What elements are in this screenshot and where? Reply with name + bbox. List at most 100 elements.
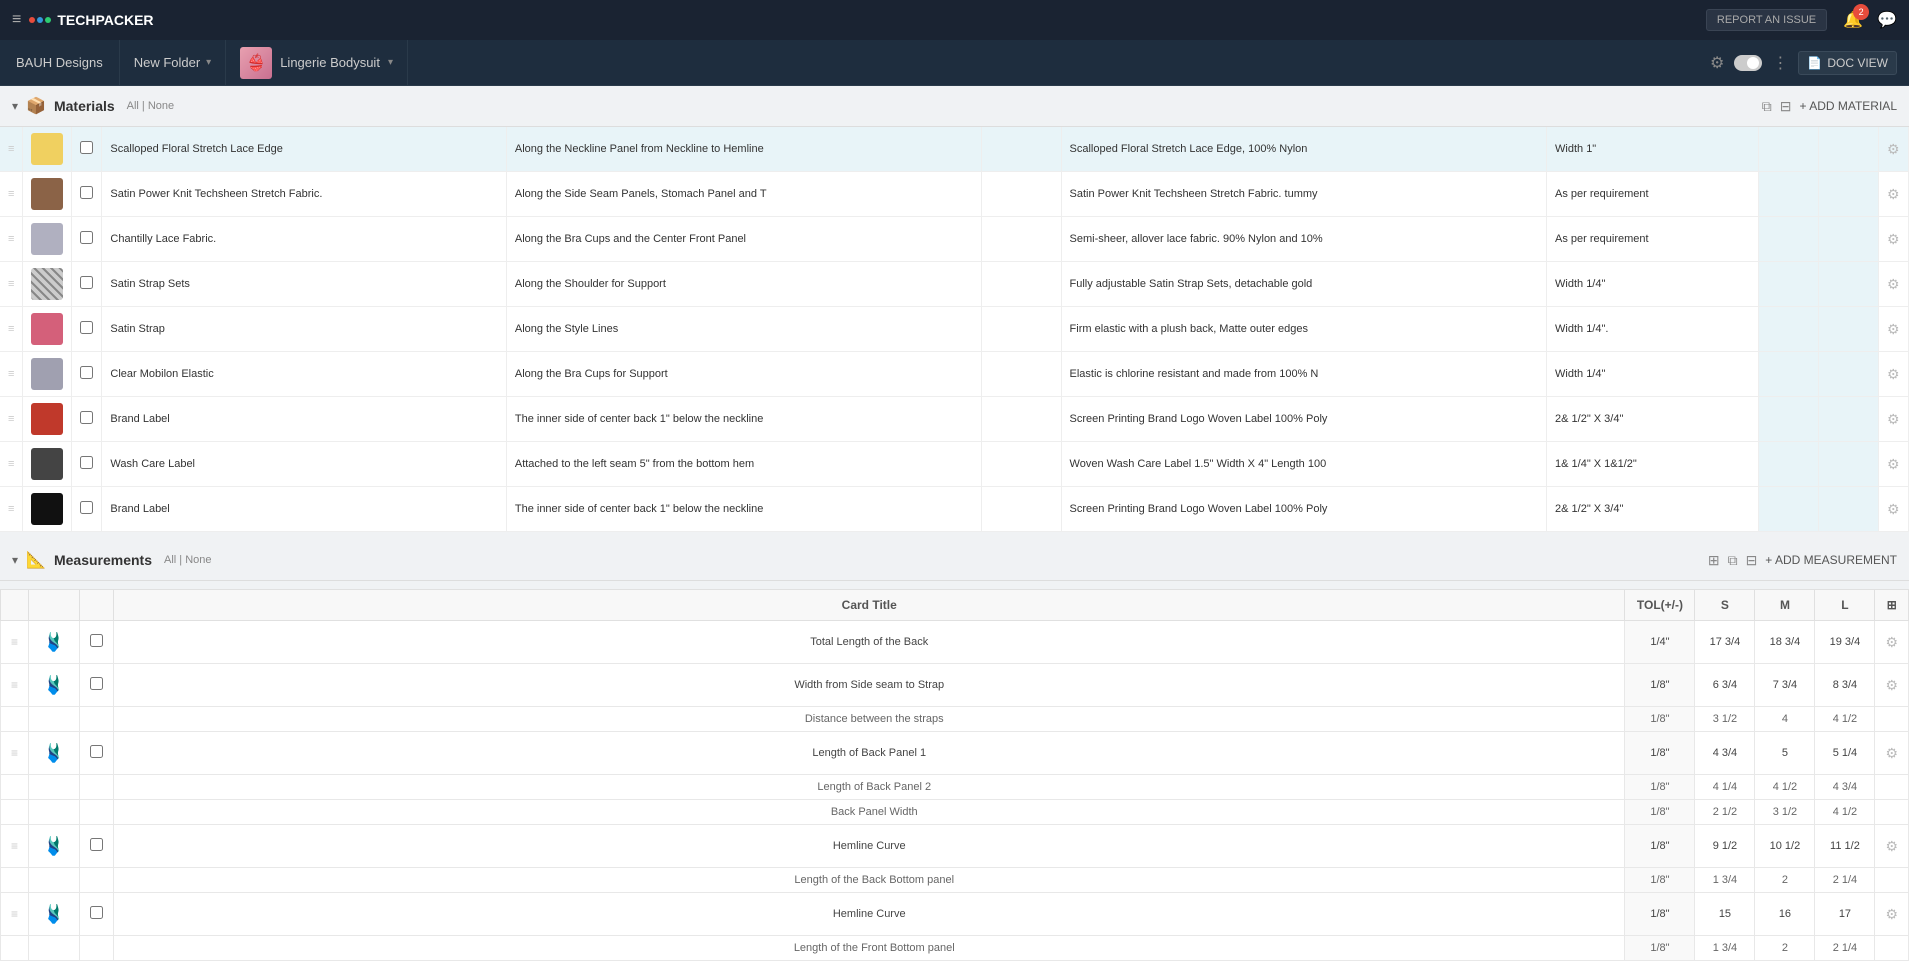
meas-l-cell: 8 3/4 xyxy=(1815,664,1875,707)
meas-settings-icon[interactable]: ⚙ xyxy=(1885,906,1898,922)
materials-all-label[interactable]: All | None xyxy=(127,100,175,112)
sub-checkbox-cell xyxy=(80,868,114,893)
material-thumbnail xyxy=(31,403,63,435)
add-measurement-button[interactable]: + ADD MEASUREMENT xyxy=(1765,553,1897,567)
description-cell: Semi-sheer, allover lace fabric. 90% Nyl… xyxy=(1061,217,1546,262)
drag-handle-icon[interactable]: ≡ xyxy=(8,233,14,245)
meas-checkbox[interactable] xyxy=(90,634,103,647)
material-settings-icon[interactable]: ⚙ xyxy=(1887,411,1900,427)
product-tab-label: Lingerie Bodysuit xyxy=(280,55,380,70)
measurements-filter-icon[interactable]: ⊟ xyxy=(1746,552,1758,569)
materials-section-header[interactable]: ▾ 📦 Materials All | None ⧉ ⊟ + ADD MATER… xyxy=(0,86,1909,127)
material-checkbox[interactable] xyxy=(80,366,93,379)
column-settings-icon[interactable]: ⊞ xyxy=(1887,598,1897,612)
material-settings-icon[interactable]: ⚙ xyxy=(1887,276,1900,292)
drag-handle-cell: ≡ xyxy=(0,172,23,217)
report-issue-button[interactable]: REPORT AN ISSUE xyxy=(1706,9,1827,31)
meas-settings-icon[interactable]: ⚙ xyxy=(1885,677,1898,693)
measurements-table: Card Title TOL(+/-) S M L ⊞ ≡ 🩱 Total Le… xyxy=(0,589,1909,961)
toggle-switch[interactable] xyxy=(1734,55,1762,71)
material-settings-icon[interactable]: ⚙ xyxy=(1887,186,1900,202)
width-cell: As per requirement xyxy=(1547,217,1759,262)
measurements-all-label[interactable]: All | None xyxy=(164,554,212,566)
brand-tab[interactable]: BAUH Designs xyxy=(0,40,120,85)
drag-handle-icon[interactable]: ≡ xyxy=(8,278,14,290)
sub-drag-cell xyxy=(1,775,29,800)
description-text: Firm elastic with a plush back, Matte ou… xyxy=(1070,323,1308,335)
material-checkbox[interactable] xyxy=(80,231,93,244)
drag-handle-cell: ≡ xyxy=(0,217,23,262)
drag-handle-icon[interactable]: ≡ xyxy=(8,503,14,515)
material-checkbox[interactable] xyxy=(80,321,93,334)
placement-text: The inner side of center back 1" below t… xyxy=(515,503,764,515)
material-checkbox[interactable] xyxy=(80,411,93,424)
material-name: Satin Strap Sets xyxy=(110,278,190,290)
meas-checkbox[interactable] xyxy=(90,906,103,919)
drag-handle-cell: ≡ xyxy=(0,307,23,352)
material-settings-icon[interactable]: ⚙ xyxy=(1887,366,1900,382)
material-settings-icon[interactable]: ⚙ xyxy=(1887,501,1900,517)
doc-view-button[interactable]: 📄 DOC VIEW xyxy=(1798,51,1897,75)
extra-col-2 xyxy=(1819,172,1879,217)
measurements-grid-icon[interactable]: ⊞ xyxy=(1708,552,1720,569)
material-row: ≡ Brand Label The inner side of center b… xyxy=(0,397,1909,442)
drag-handle-icon[interactable]: ≡ xyxy=(8,188,14,200)
hamburger-menu[interactable]: ≡ xyxy=(12,11,21,29)
measurements-copy-icon[interactable]: ⧉ xyxy=(1728,552,1738,569)
folder-tab[interactable]: New Folder ▾ xyxy=(120,40,227,85)
material-settings-icon[interactable]: ⚙ xyxy=(1887,321,1900,337)
material-name-cell: Brand Label xyxy=(102,397,506,442)
doc-view-icon: 📄 xyxy=(1807,56,1822,70)
drag-handle-icon[interactable]: ≡ xyxy=(8,368,14,380)
extra-col-2 xyxy=(1819,127,1879,172)
chat-icon[interactable]: 💬 xyxy=(1877,10,1897,30)
meas-drag-icon[interactable]: ≡ xyxy=(11,678,18,692)
meas-checkbox[interactable] xyxy=(90,838,103,851)
meas-settings-icon[interactable]: ⚙ xyxy=(1885,745,1898,761)
material-checkbox[interactable] xyxy=(80,456,93,469)
materials-copy-icon[interactable]: ⧉ xyxy=(1762,98,1772,115)
sub-l-cell: 2 1/4 xyxy=(1815,936,1875,961)
sub-l-cell: 4 1/2 xyxy=(1815,707,1875,732)
meas-drag-icon[interactable]: ≡ xyxy=(11,839,18,853)
measurements-section-header[interactable]: ▾ 📐 Measurements All | None ⊞ ⧉ ⊟ + ADD … xyxy=(0,540,1909,581)
placement-text: Along the Side Seam Panels, Stomach Pane… xyxy=(515,188,767,200)
more-options-icon[interactable]: ⋮ xyxy=(1772,53,1788,73)
meas-thumbnail: 🩱 xyxy=(39,899,69,929)
product-tab[interactable]: 👙 Lingerie Bodysuit ▾ xyxy=(226,40,408,85)
drag-handle-icon[interactable]: ≡ xyxy=(8,323,14,335)
material-checkbox[interactable] xyxy=(80,141,93,154)
notification-bell[interactable]: 🔔 2 xyxy=(1843,10,1863,30)
material-checkbox[interactable] xyxy=(80,501,93,514)
material-settings-icon[interactable]: ⚙ xyxy=(1887,141,1900,157)
meas-name-cell: Length of Back Panel 1 xyxy=(114,732,1625,775)
description-text: Fully adjustable Satin Strap Sets, detac… xyxy=(1070,278,1313,290)
product-chevron-icon: ▾ xyxy=(388,57,393,68)
col-m: M xyxy=(1755,590,1815,621)
meas-settings-icon[interactable]: ⚙ xyxy=(1885,634,1898,650)
material-checkbox[interactable] xyxy=(80,276,93,289)
meas-checkbox[interactable] xyxy=(90,677,103,690)
material-checkbox[interactable] xyxy=(80,186,93,199)
material-settings-icon[interactable]: ⚙ xyxy=(1887,456,1900,472)
settings-icon[interactable]: ⚙ xyxy=(1710,53,1724,73)
meas-settings-icon[interactable]: ⚙ xyxy=(1885,838,1898,854)
extra-col-2 xyxy=(1819,352,1879,397)
col-tol: TOL(+/-) xyxy=(1625,590,1695,621)
meas-drag-icon[interactable]: ≡ xyxy=(11,907,18,921)
add-material-button[interactable]: + ADD MATERIAL xyxy=(1800,99,1897,113)
meas-checkbox[interactable] xyxy=(90,745,103,758)
meas-drag-icon[interactable]: ≡ xyxy=(11,746,18,760)
extra-cell-1 xyxy=(981,442,1061,487)
materials-filter-icon[interactable]: ⊟ xyxy=(1780,98,1792,115)
drag-handle-icon[interactable]: ≡ xyxy=(8,413,14,425)
sub-drag-cell xyxy=(1,800,29,825)
drag-handle-cell: ≡ xyxy=(0,397,23,442)
sub-name-cell: Length of the Back Bottom panel xyxy=(114,868,1625,893)
thumbnail-cell xyxy=(23,262,72,307)
meas-drag-icon[interactable]: ≡ xyxy=(11,635,18,649)
drag-handle-icon[interactable]: ≡ xyxy=(8,143,14,155)
drag-handle-icon[interactable]: ≡ xyxy=(8,458,14,470)
material-settings-icon[interactable]: ⚙ xyxy=(1887,231,1900,247)
meas-checkbox-cell xyxy=(80,664,114,707)
